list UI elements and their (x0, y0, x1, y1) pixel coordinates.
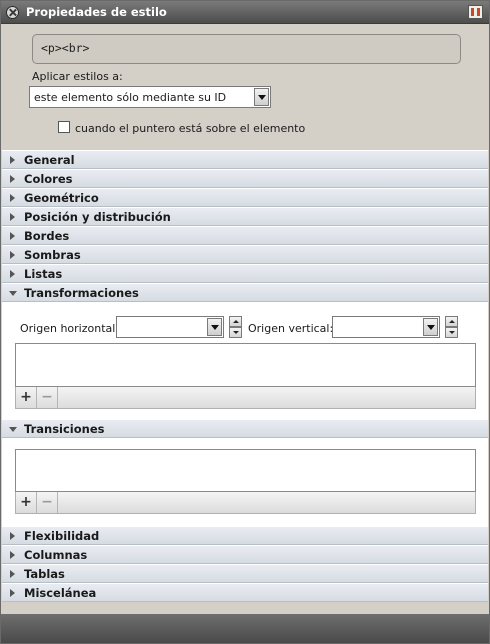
section-label: Listas (24, 267, 63, 281)
add-transform-button[interactable]: + (16, 387, 37, 408)
hover-checkbox[interactable] (58, 121, 70, 133)
expand-arrow-icon (10, 232, 15, 240)
origin-horizontal-label: Origen horizontal: (20, 322, 120, 335)
stepper-up-icon[interactable] (229, 316, 242, 327)
transitions-list-toolbar: + − (15, 492, 476, 514)
status-bar (1, 614, 489, 643)
section-posicion[interactable]: Posición y distribución (2, 207, 488, 226)
stepper-up-icon[interactable] (445, 316, 458, 327)
section-label: Geométrico (24, 191, 99, 205)
style-properties-window: Propiedades de estilo <p><br> Aplicar es… (0, 0, 490, 644)
expand-arrow-icon (10, 570, 15, 578)
chevron-down-icon[interactable] (207, 318, 222, 336)
section-tablas[interactable]: Tablas (2, 564, 488, 583)
section-miscelanea[interactable]: Miscelánea (2, 583, 488, 602)
dock-panel-icon[interactable] (468, 5, 483, 19)
chevron-down-icon[interactable] (423, 318, 438, 336)
selector-path: <p><br> (32, 34, 461, 64)
section-label: Bordes (24, 229, 70, 243)
section-transformaciones[interactable]: Transformaciones (2, 283, 488, 302)
window-title: Propiedades de estilo (26, 5, 167, 19)
transform-panel: Origen horizontal: Origen vertical: + − (2, 302, 488, 419)
section-bordes[interactable]: Bordes (2, 226, 488, 245)
expand-arrow-icon (10, 156, 15, 164)
section-columnas[interactable]: Columnas (2, 545, 488, 564)
section-label: Posición y distribución (24, 210, 171, 224)
chevron-down-icon[interactable] (254, 88, 269, 106)
expand-arrow-icon (10, 213, 15, 221)
section-label: Transformaciones (24, 286, 139, 300)
apply-styles-label: Aplicar estilos a: (32, 70, 123, 83)
expand-arrow-icon (10, 194, 15, 202)
expand-arrow-icon (10, 270, 15, 278)
remove-transition-button[interactable]: − (37, 492, 58, 513)
expand-arrow-icon (10, 551, 15, 559)
section-label: Sombras (24, 248, 81, 262)
transform-list-toolbar: + − (15, 387, 476, 409)
origin-horizontal-stepper[interactable] (229, 316, 242, 338)
transitions-panel: + − (2, 438, 488, 526)
expand-arrow-icon (10, 175, 15, 183)
origin-vertical-label: Origen vertical: (248, 322, 334, 335)
apply-styles-select[interactable]: este elemento sólo mediante su ID (29, 86, 271, 108)
apply-styles-value: este elemento sólo mediante su ID (34, 91, 227, 104)
section-flexibilidad[interactable]: Flexibilidad (2, 526, 488, 545)
add-transition-button[interactable]: + (16, 492, 37, 513)
expand-arrow-icon (10, 251, 15, 259)
section-geometrico[interactable]: Geométrico (2, 188, 488, 207)
section-label: Tablas (24, 567, 65, 581)
origin-vertical-select[interactable] (332, 316, 440, 338)
section-sombras[interactable]: Sombras (2, 245, 488, 264)
expand-arrow-icon (10, 532, 15, 540)
collapse-arrow-icon (9, 427, 17, 432)
section-colores[interactable]: Colores (2, 169, 488, 188)
section-general[interactable]: General (2, 150, 488, 169)
section-transiciones[interactable]: Transiciones (2, 419, 488, 438)
section-label: General (24, 153, 75, 167)
transform-list[interactable] (15, 343, 476, 387)
origin-horizontal-select[interactable] (116, 316, 224, 338)
section-label: Miscelánea (24, 586, 97, 600)
section-listas[interactable]: Listas (2, 264, 488, 283)
stepper-down-icon[interactable] (445, 327, 458, 338)
section-label: Flexibilidad (24, 529, 100, 543)
hover-checkbox-label: cuando el puntero está sobre el elemento (75, 122, 306, 135)
transitions-list[interactable] (15, 449, 476, 492)
expand-arrow-icon (10, 589, 15, 597)
section-label: Transiciones (24, 422, 105, 436)
stepper-down-icon[interactable] (229, 327, 242, 338)
title-bar: Propiedades de estilo (1, 1, 489, 24)
section-label: Colores (24, 172, 73, 186)
collapse-arrow-icon (9, 291, 17, 296)
origin-vertical-stepper[interactable] (445, 316, 458, 338)
section-label: Columnas (24, 548, 88, 562)
close-icon[interactable] (6, 6, 19, 19)
remove-transform-button[interactable]: − (37, 387, 58, 408)
